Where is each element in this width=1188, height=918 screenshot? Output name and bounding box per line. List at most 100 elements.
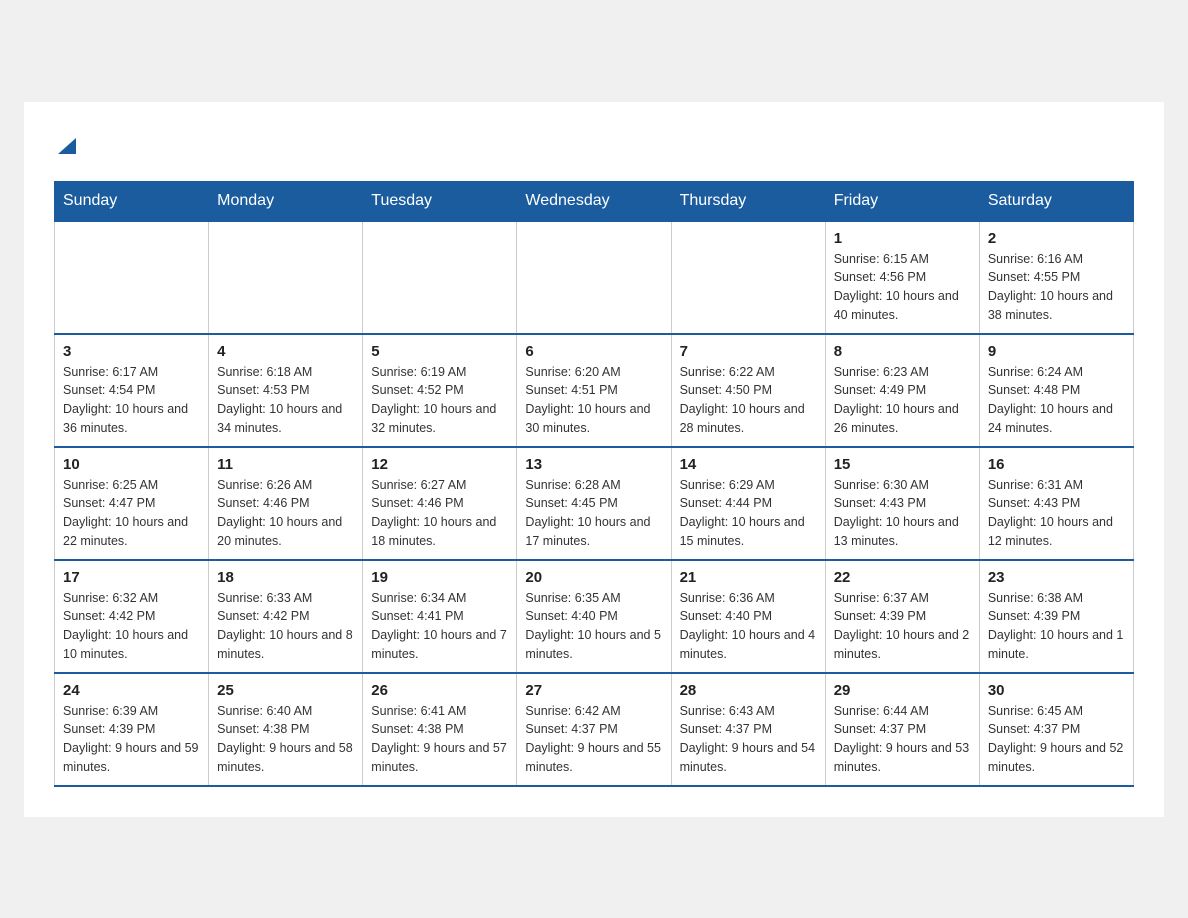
calendar-cell: [209, 221, 363, 334]
day-number: 28: [680, 682, 817, 699]
calendar-cell: 3 Sunrise: 6:17 AMSunset: 4:54 PMDaylight…: [55, 334, 209, 447]
week-row-3: 10 Sunrise: 6:25 AMSunset: 4:47 PMDayligh…: [55, 447, 1134, 560]
day-info: Sunrise: 6:35 AMSunset: 4:40 PMDaylight:…: [525, 589, 662, 664]
day-info: Sunrise: 6:40 AMSunset: 4:38 PMDaylight:…: [217, 702, 354, 777]
day-number: 16: [988, 456, 1125, 473]
calendar-cell: 15 Sunrise: 6:30 AMSunset: 4:43 PMDayligh…: [825, 447, 979, 560]
day-info: Sunrise: 6:38 AMSunset: 4:39 PMDaylight:…: [988, 589, 1125, 664]
day-number: 6: [525, 343, 662, 360]
weekday-header-thursday: Thursday: [671, 181, 825, 221]
day-info: Sunrise: 6:23 AMSunset: 4:49 PMDaylight:…: [834, 363, 971, 438]
day-info: Sunrise: 6:29 AMSunset: 4:44 PMDaylight:…: [680, 476, 817, 551]
weekday-header-tuesday: Tuesday: [363, 181, 517, 221]
day-number: 11: [217, 456, 354, 473]
day-info: Sunrise: 6:22 AMSunset: 4:50 PMDaylight:…: [680, 363, 817, 438]
day-number: 14: [680, 456, 817, 473]
day-info: Sunrise: 6:33 AMSunset: 4:42 PMDaylight:…: [217, 589, 354, 664]
day-number: 13: [525, 456, 662, 473]
calendar-cell: 28 Sunrise: 6:43 AMSunset: 4:37 PMDayligh…: [671, 673, 825, 786]
day-number: 15: [834, 456, 971, 473]
day-info: Sunrise: 6:36 AMSunset: 4:40 PMDaylight:…: [680, 589, 817, 664]
day-number: 27: [525, 682, 662, 699]
week-row-2: 3 Sunrise: 6:17 AMSunset: 4:54 PMDaylight…: [55, 334, 1134, 447]
day-number: 29: [834, 682, 971, 699]
day-info: Sunrise: 6:20 AMSunset: 4:51 PMDaylight:…: [525, 363, 662, 438]
day-info: Sunrise: 6:42 AMSunset: 4:37 PMDaylight:…: [525, 702, 662, 777]
day-number: 30: [988, 682, 1125, 699]
calendar-cell: 23 Sunrise: 6:38 AMSunset: 4:39 PMDayligh…: [979, 560, 1133, 673]
day-number: 8: [834, 343, 971, 360]
calendar-cell: 30Sunrise: 6:45 AMSunset: 4:37 PMDayligh…: [979, 673, 1133, 786]
weekday-header-wednesday: Wednesday: [517, 181, 671, 221]
day-info: Sunrise: 6:34 AMSunset: 4:41 PMDaylight:…: [371, 589, 508, 664]
calendar-cell: 10 Sunrise: 6:25 AMSunset: 4:47 PMDayligh…: [55, 447, 209, 560]
day-info: Sunrise: 6:24 AMSunset: 4:48 PMDaylight:…: [988, 363, 1125, 438]
day-info: Sunrise: 6:28 AMSunset: 4:45 PMDaylight:…: [525, 476, 662, 551]
day-number: 10: [63, 456, 200, 473]
calendar-cell: 12 Sunrise: 6:27 AMSunset: 4:46 PMDayligh…: [363, 447, 517, 560]
day-number: 3: [63, 343, 200, 360]
calendar-cell: 16 Sunrise: 6:31 AMSunset: 4:43 PMDayligh…: [979, 447, 1133, 560]
calendar-cell: 1 Sunrise: 6:15 AMSunset: 4:56 PMDaylight…: [825, 221, 979, 334]
calendar-cell: 9Sunrise: 6:24 AMSunset: 4:48 PMDaylight…: [979, 334, 1133, 447]
week-row-1: 1 Sunrise: 6:15 AMSunset: 4:56 PMDaylight…: [55, 221, 1134, 334]
calendar-cell: [671, 221, 825, 334]
calendar-cell: 26 Sunrise: 6:41 AMSunset: 4:38 PMDayligh…: [363, 673, 517, 786]
weekday-header-friday: Friday: [825, 181, 979, 221]
calendar-cell: [517, 221, 671, 334]
day-number: 17: [63, 569, 200, 586]
day-number: 2: [988, 230, 1125, 247]
day-info: Sunrise: 6:32 AMSunset: 4:42 PMDaylight:…: [63, 589, 200, 664]
calendar-table: SundayMondayTuesdayWednesdayThursdayFrid…: [54, 181, 1134, 787]
header: [54, 132, 1134, 161]
logo: [54, 132, 78, 161]
calendar-cell: 18 Sunrise: 6:33 AMSunset: 4:42 PMDayligh…: [209, 560, 363, 673]
day-number: 18: [217, 569, 354, 586]
day-number: 21: [680, 569, 817, 586]
calendar-page: SundayMondayTuesdayWednesdayThursdayFrid…: [24, 102, 1164, 817]
calendar-cell: 22Sunrise: 6:37 AMSunset: 4:39 PMDayligh…: [825, 560, 979, 673]
week-row-5: 24 Sunrise: 6:39 AMSunset: 4:39 PMDayligh…: [55, 673, 1134, 786]
day-info: Sunrise: 6:37 AMSunset: 4:39 PMDaylight:…: [834, 589, 971, 664]
day-number: 23: [988, 569, 1125, 586]
day-info: Sunrise: 6:27 AMSunset: 4:46 PMDaylight:…: [371, 476, 508, 551]
day-number: 26: [371, 682, 508, 699]
calendar-cell: 27 Sunrise: 6:42 AMSunset: 4:37 PMDayligh…: [517, 673, 671, 786]
calendar-cell: 25Sunrise: 6:40 AMSunset: 4:38 PMDayligh…: [209, 673, 363, 786]
day-info: Sunrise: 6:15 AMSunset: 4:56 PMDaylight:…: [834, 250, 971, 325]
weekday-header-row: SundayMondayTuesdayWednesdayThursdayFrid…: [55, 181, 1134, 221]
calendar-cell: [363, 221, 517, 334]
day-info: Sunrise: 6:31 AMSunset: 4:43 PMDaylight:…: [988, 476, 1125, 551]
day-number: 1: [834, 230, 971, 247]
day-info: Sunrise: 6:25 AMSunset: 4:47 PMDaylight:…: [63, 476, 200, 551]
calendar-cell: 21 Sunrise: 6:36 AMSunset: 4:40 PMDayligh…: [671, 560, 825, 673]
calendar-cell: 5 Sunrise: 6:19 AMSunset: 4:52 PMDaylight…: [363, 334, 517, 447]
calendar-cell: 24 Sunrise: 6:39 AMSunset: 4:39 PMDayligh…: [55, 673, 209, 786]
calendar-cell: 2 Sunrise: 6:16 AMSunset: 4:55 PMDaylight…: [979, 221, 1133, 334]
calendar-cell: 7 Sunrise: 6:22 AMSunset: 4:50 PMDaylight…: [671, 334, 825, 447]
calendar-cell: 17 Sunrise: 6:32 AMSunset: 4:42 PMDayligh…: [55, 560, 209, 673]
calendar-cell: 13 Sunrise: 6:28 AMSunset: 4:45 PMDayligh…: [517, 447, 671, 560]
calendar-cell: 19 Sunrise: 6:34 AMSunset: 4:41 PMDayligh…: [363, 560, 517, 673]
day-number: 19: [371, 569, 508, 586]
day-number: 24: [63, 682, 200, 699]
day-info: Sunrise: 6:17 AMSunset: 4:54 PMDaylight:…: [63, 363, 200, 438]
day-info: Sunrise: 6:41 AMSunset: 4:38 PMDaylight:…: [371, 702, 508, 777]
calendar-cell: 29 Sunrise: 6:44 AMSunset: 4:37 PMDayligh…: [825, 673, 979, 786]
day-number: 12: [371, 456, 508, 473]
day-info: Sunrise: 6:39 AMSunset: 4:39 PMDaylight:…: [63, 702, 200, 777]
day-info: Sunrise: 6:43 AMSunset: 4:37 PMDaylight:…: [680, 702, 817, 777]
day-info: Sunrise: 6:30 AMSunset: 4:43 PMDaylight:…: [834, 476, 971, 551]
day-number: 5: [371, 343, 508, 360]
calendar-cell: [55, 221, 209, 334]
calendar-cell: 14 Sunrise: 6:29 AMSunset: 4:44 PMDayligh…: [671, 447, 825, 560]
day-number: 7: [680, 343, 817, 360]
day-info: Sunrise: 6:19 AMSunset: 4:52 PMDaylight:…: [371, 363, 508, 438]
day-info: Sunrise: 6:16 AMSunset: 4:55 PMDaylight:…: [988, 250, 1125, 325]
calendar-cell: 8 Sunrise: 6:23 AMSunset: 4:49 PMDaylight…: [825, 334, 979, 447]
calendar-cell: 20Sunrise: 6:35 AMSunset: 4:40 PMDayligh…: [517, 560, 671, 673]
week-row-4: 17 Sunrise: 6:32 AMSunset: 4:42 PMDayligh…: [55, 560, 1134, 673]
day-info: Sunrise: 6:26 AMSunset: 4:46 PMDaylight:…: [217, 476, 354, 551]
day-info: Sunrise: 6:44 AMSunset: 4:37 PMDaylight:…: [834, 702, 971, 777]
calendar-cell: 6 Sunrise: 6:20 AMSunset: 4:51 PMDaylight…: [517, 334, 671, 447]
